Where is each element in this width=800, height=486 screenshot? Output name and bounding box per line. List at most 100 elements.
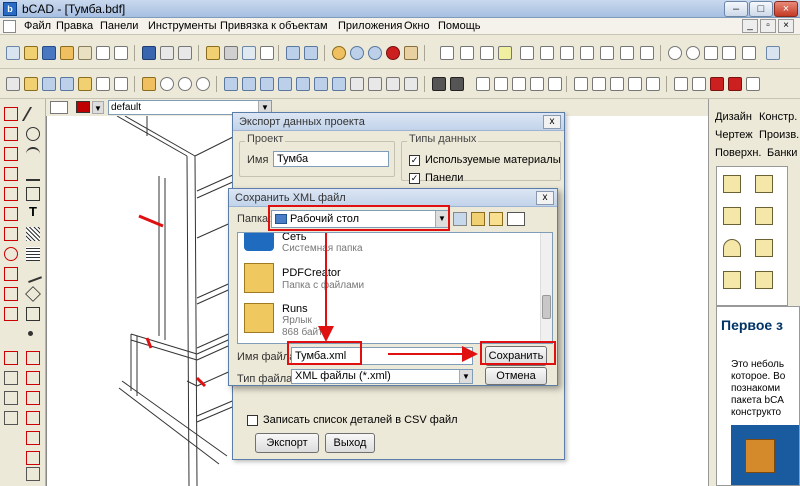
leader-tool-icon[interactable]	[26, 431, 40, 445]
ellipse-tool-icon[interactable]	[4, 247, 18, 261]
cube-edit-icon[interactable]	[494, 77, 508, 91]
exit-button[interactable]: Выход	[325, 433, 375, 453]
menu-panels[interactable]: Панели	[96, 20, 142, 32]
export-close-button[interactable]: x	[543, 115, 561, 129]
dim-radius-icon[interactable]	[26, 391, 40, 405]
menu-window[interactable]: Окно	[400, 20, 434, 32]
view-bottom-icon[interactable]	[314, 77, 328, 91]
image-icon[interactable]	[78, 77, 92, 91]
snap-icon[interactable]	[440, 46, 454, 60]
pattern-tool-icon[interactable]	[26, 247, 40, 261]
view-menu-icon[interactable]	[507, 212, 525, 226]
snap-grid-icon[interactable]	[540, 46, 554, 60]
tab-surfaces[interactable]: Поверхн.	[715, 147, 762, 159]
arch-part-icon[interactable]	[723, 239, 741, 257]
file-name[interactable]: PDFCreator	[282, 267, 341, 279]
cube-scale-icon[interactable]	[548, 77, 562, 91]
distribute-icon[interactable]	[592, 77, 606, 91]
group-icon[interactable]	[610, 77, 624, 91]
mirror-icon[interactable]	[646, 77, 660, 91]
save-icon[interactable]	[42, 46, 56, 60]
menu-edit[interactable]: Правка	[52, 20, 97, 32]
movie-icon[interactable]	[432, 77, 446, 91]
tab-production[interactable]: Произв.	[759, 129, 799, 141]
view-left-icon[interactable]	[260, 77, 274, 91]
align-icon[interactable]	[574, 77, 588, 91]
palette-icon[interactable]	[766, 46, 780, 60]
crosshair-icon[interactable]	[480, 46, 494, 60]
snap-center-icon[interactable]	[668, 46, 682, 60]
tab-construction[interactable]: Констр.	[759, 111, 797, 123]
light-icon[interactable]	[710, 77, 724, 91]
polygon-tool-icon[interactable]	[25, 286, 41, 302]
stack-tool-icon[interactable]	[4, 391, 18, 405]
snap-point-icon[interactable]	[460, 46, 474, 60]
hatch-tool-icon[interactable]	[26, 227, 40, 241]
snap-quad-icon[interactable]	[580, 46, 594, 60]
view-back-icon[interactable]	[296, 77, 310, 91]
notch-part-icon[interactable]	[755, 207, 773, 225]
dim-diameter-icon[interactable]	[26, 411, 40, 425]
menu-help[interactable]: Помощь	[434, 20, 485, 32]
point-tool-icon[interactable]	[4, 187, 18, 201]
dim-linear-icon[interactable]	[26, 351, 40, 365]
circle-tool-icon[interactable]	[26, 127, 40, 141]
disk-icon[interactable]	[142, 46, 156, 60]
tab-design[interactable]: Дизайн	[715, 111, 752, 123]
cut-icon[interactable]	[178, 46, 192, 60]
page-icon[interactable]	[96, 46, 110, 60]
snap-node-icon[interactable]	[560, 46, 574, 60]
view-iso-icon[interactable]	[332, 77, 346, 91]
snap-perp-icon[interactable]	[620, 46, 634, 60]
zoom-out-icon[interactable]	[178, 77, 192, 91]
clipboard-icon[interactable]	[260, 46, 274, 60]
render-icon[interactable]	[350, 77, 364, 91]
file-name[interactable]: Сеть	[282, 233, 306, 243]
cube-icon[interactable]	[476, 77, 490, 91]
snap-arc-icon[interactable]	[704, 46, 718, 60]
edit-tool-icon[interactable]	[4, 411, 18, 425]
polyline-tool-icon[interactable]	[4, 127, 18, 141]
properties-icon[interactable]	[6, 77, 20, 91]
view-right-icon[interactable]	[278, 77, 292, 91]
list-icon[interactable]	[114, 77, 128, 91]
export-dialog-titlebar[interactable]: Экспорт данных проекта x	[233, 113, 564, 131]
new-folder-icon[interactable]	[489, 212, 503, 226]
close-button[interactable]: ×	[774, 1, 798, 17]
scissors-tool-icon[interactable]	[26, 467, 40, 481]
snap-ins-icon[interactable]	[600, 46, 614, 60]
materials-checkbox[interactable]: ✓	[409, 155, 420, 166]
cube-rotate-icon[interactable]	[530, 77, 544, 91]
filetype-select[interactable]: XML файлы (*.xml) ▼	[291, 369, 473, 384]
file-name[interactable]: Runs	[282, 303, 308, 315]
panels-checkbox[interactable]: ✓	[409, 173, 420, 184]
pencil-icon[interactable]	[206, 46, 220, 60]
view-top-icon[interactable]	[242, 77, 256, 91]
ungroup-icon[interactable]	[628, 77, 642, 91]
material-icon[interactable]	[42, 77, 56, 91]
snap-end-icon[interactable]	[498, 46, 512, 60]
save-close-button[interactable]: x	[536, 191, 554, 205]
up-folder-icon[interactable]	[471, 212, 485, 226]
tab-banks[interactable]: Банки	[767, 147, 797, 159]
project-name-field[interactable]: Тумба	[273, 151, 389, 167]
arc-3pt-tool-icon[interactable]	[26, 147, 40, 161]
brush-icon[interactable]	[142, 77, 156, 91]
zoom-icon[interactable]	[350, 46, 364, 60]
camera-icon[interactable]	[450, 77, 464, 91]
box-part-icon[interactable]	[723, 271, 741, 289]
zoom-in-icon[interactable]	[160, 77, 174, 91]
curve-tool-icon[interactable]	[26, 167, 40, 181]
copy-icon[interactable]	[114, 46, 128, 60]
new-icon[interactable]	[6, 46, 20, 60]
maximize-button[interactable]: □	[749, 1, 773, 17]
menu-snap[interactable]: Привязка к объектам	[216, 20, 332, 32]
corner-part-icon[interactable]	[755, 175, 773, 193]
pan-icon[interactable]	[332, 46, 346, 60]
block-tool-icon[interactable]	[26, 307, 40, 321]
text-tool-icon[interactable]: T	[26, 205, 40, 219]
minimize-button[interactable]: –	[724, 1, 748, 17]
folder-icon[interactable]	[60, 46, 74, 60]
mdi-restore-button[interactable]: ▫	[760, 19, 776, 33]
panel-part-icon[interactable]	[723, 175, 741, 193]
